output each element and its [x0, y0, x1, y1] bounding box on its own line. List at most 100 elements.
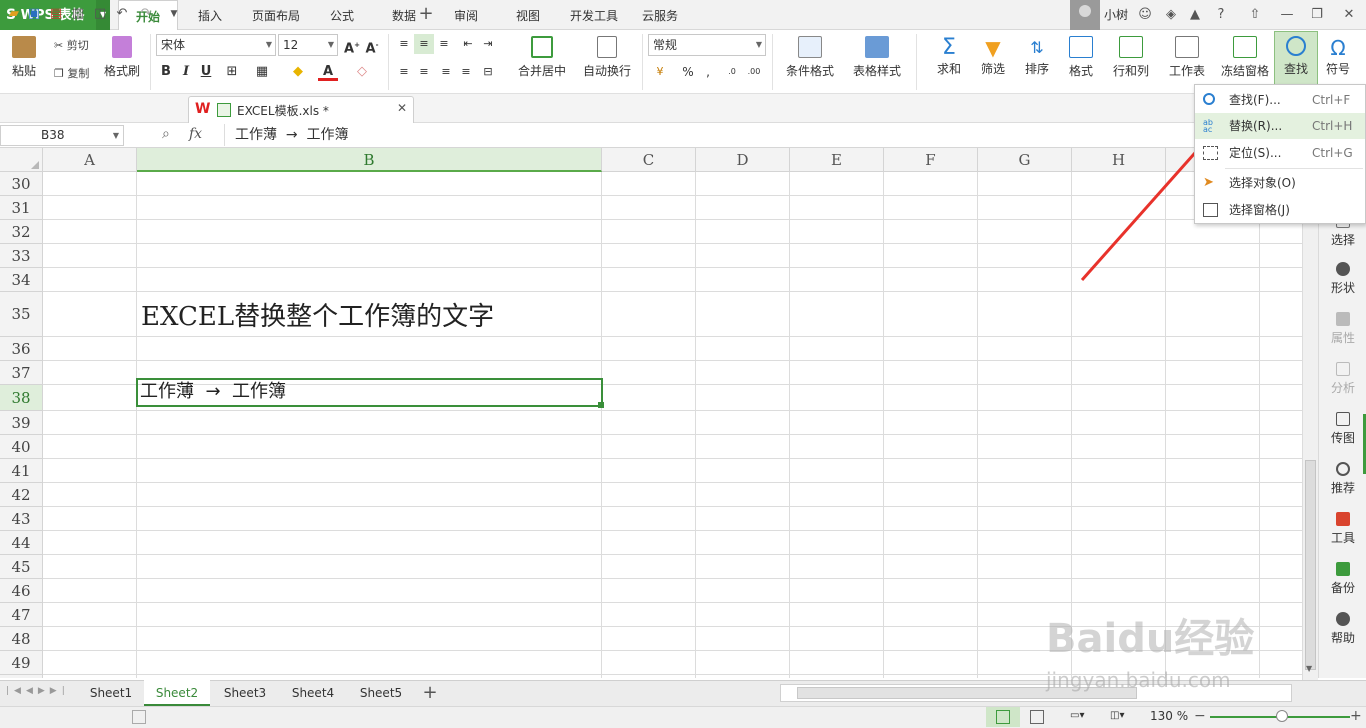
customize-dropdown-icon[interactable]: ▼: [166, 6, 182, 22]
percent-button[interactable]: %: [678, 62, 698, 82]
row-header[interactable]: 44: [0, 531, 43, 555]
row-header[interactable]: 41: [0, 459, 43, 483]
row-header[interactable]: 36: [0, 337, 43, 361]
save-icon[interactable]: ▣: [26, 6, 42, 22]
sheet-tab[interactable]: Sheet5: [348, 680, 414, 706]
row-header[interactable]: 49: [0, 651, 43, 675]
close-button[interactable]: ✕: [1334, 0, 1364, 30]
document-tab[interactable]: W EXCEL模板.xls * ✕: [188, 96, 414, 123]
row-header[interactable]: 32: [0, 220, 43, 244]
zoom-level[interactable]: 130 %: [1150, 709, 1188, 723]
worksheet-button[interactable]: 工作表: [1160, 36, 1214, 79]
menu-item-find[interactable]: 查找(F)... Ctrl+F: [1195, 87, 1365, 113]
formula-input[interactable]: 工作薄 → 工作簿: [224, 124, 1194, 146]
align-left-icon[interactable]: ≡: [394, 62, 414, 82]
select-all-corner[interactable]: [0, 148, 43, 172]
add-sheet-icon[interactable]: +: [420, 680, 440, 706]
paste-button[interactable]: 粘贴: [6, 36, 42, 79]
sum-button[interactable]: Σ 求和: [928, 36, 970, 77]
panel-properties[interactable]: 属性: [1319, 312, 1366, 346]
name-box[interactable]: B38 ▼: [0, 125, 124, 146]
underline-button[interactable]: U: [196, 62, 216, 82]
conditional-format-button[interactable]: 条件格式: [778, 36, 842, 79]
row-header[interactable]: 43: [0, 507, 43, 531]
fill-handle[interactable]: [598, 402, 604, 408]
thousands-icon[interactable]: ,: [698, 62, 718, 82]
number-format-select[interactable]: 常规 ▼: [648, 34, 766, 56]
cut-button[interactable]: ✂ 剪切: [54, 37, 89, 53]
zoom-in-icon[interactable]: +: [1350, 708, 1362, 724]
sheet-nav-arrows[interactable]: |◀◀▶▶|: [6, 686, 70, 696]
column-header[interactable]: F: [884, 148, 978, 172]
tab-page-layout[interactable]: 页面布局: [242, 0, 310, 30]
sheet-tab[interactable]: Sheet4: [280, 680, 346, 706]
help-icon[interactable]: ?: [1206, 0, 1236, 30]
zoom-slider-handle[interactable]: [1276, 710, 1288, 722]
panel-shape[interactable]: 形状: [1319, 262, 1366, 296]
spreadsheet-grid[interactable]: A B C D E F G H 30 31 32 33 34 35 36 37 38 39 40 41…: [0, 148, 1302, 678]
row-header[interactable]: 39: [0, 411, 43, 435]
grow-font-button[interactable]: A+: [342, 35, 362, 56]
font-size-select[interactable]: 12 ▼: [278, 34, 338, 56]
decrease-decimal-icon[interactable]: .00: [744, 62, 764, 82]
close-tab-icon[interactable]: ✕: [397, 101, 407, 115]
panel-backup[interactable]: 备份: [1319, 562, 1366, 596]
row-header[interactable]: 48: [0, 627, 43, 651]
panel-send-image[interactable]: 传图: [1319, 412, 1366, 446]
tab-insert[interactable]: 插入: [184, 0, 236, 30]
macro-record-icon[interactable]: [132, 710, 146, 724]
zoom-out-icon[interactable]: −: [1194, 708, 1206, 724]
font-name-select[interactable]: 宋体 ▼: [156, 34, 276, 56]
zoom-formula-icon[interactable]: ⌕: [162, 126, 170, 142]
menu-item-selection-pane[interactable]: 选择窗格(J): [1195, 197, 1365, 223]
row-header[interactable]: 34: [0, 268, 43, 292]
vertical-scroll-thumb[interactable]: [1305, 460, 1316, 670]
pdf-icon[interactable]: ▤: [48, 6, 64, 22]
freeze-panes-button[interactable]: 冻结窗格: [1218, 36, 1272, 79]
column-header[interactable]: E: [790, 148, 884, 172]
user-name[interactable]: 小树: [1104, 0, 1128, 30]
clear-format-icon[interactable]: ◇: [352, 62, 372, 82]
font-color-icon[interactable]: A: [318, 62, 338, 81]
table-style-button[interactable]: 表格样式: [846, 36, 908, 79]
tab-formula[interactable]: 公式: [316, 0, 368, 30]
panel-recommend[interactable]: 推荐: [1319, 462, 1366, 496]
print-preview-icon[interactable]: ◫: [92, 6, 108, 22]
justify-icon[interactable]: ≡: [456, 62, 476, 82]
print-icon[interactable]: ▥: [70, 6, 86, 22]
row-header[interactable]: 45: [0, 555, 43, 579]
fx-button[interactable]: fx: [189, 126, 202, 142]
italic-button[interactable]: I: [176, 62, 196, 82]
column-header[interactable]: B: [137, 148, 602, 172]
align-bottom-icon[interactable]: ≡: [434, 34, 454, 54]
filter-button[interactable]: ▼ 筛选: [972, 36, 1014, 77]
sheet-tab-active[interactable]: Sheet2: [144, 680, 210, 706]
restore-ribbon-icon[interactable]: ⇧: [1240, 0, 1270, 30]
row-header[interactable]: 46: [0, 579, 43, 603]
indent-decrease-icon[interactable]: ⇤: [458, 34, 478, 54]
cell-fill-pattern-icon[interactable]: ▦: [252, 62, 272, 82]
indent-increase-icon[interactable]: ⇥: [478, 34, 498, 54]
minimize-button[interactable]: —: [1272, 0, 1302, 30]
row-header[interactable]: 30: [0, 172, 43, 196]
tab-cloud[interactable]: 云服务: [634, 0, 686, 30]
symbol-button[interactable]: Ω 符号: [1320, 36, 1356, 77]
align-middle-icon[interactable]: ≡: [414, 34, 434, 54]
copy-button[interactable]: ❐ 复制: [54, 65, 89, 81]
scroll-down-icon[interactable]: ▼: [1306, 664, 1312, 673]
maximize-button[interactable]: ❐: [1302, 0, 1332, 30]
merge-center-button[interactable]: 合并居中: [510, 36, 574, 79]
bold-button[interactable]: B: [156, 62, 176, 82]
row-header[interactable]: 31: [0, 196, 43, 220]
row-header[interactable]: 42: [0, 483, 43, 507]
user-avatar[interactable]: [1070, 0, 1100, 30]
normal-view-button[interactable]: [986, 707, 1020, 727]
menu-item-select-objects[interactable]: ➤ 选择对象(O): [1195, 170, 1365, 196]
sort-button[interactable]: ⇅ 排序: [1016, 36, 1058, 77]
row-header[interactable]: 47: [0, 603, 43, 627]
row-header[interactable]: 40: [0, 435, 43, 459]
align-right-icon[interactable]: ≡: [436, 62, 456, 82]
currency-icon[interactable]: ¥: [650, 62, 670, 82]
sheet-tab[interactable]: Sheet1: [78, 680, 144, 706]
reading-mode-icon[interactable]: ◫▾: [1110, 710, 1134, 724]
